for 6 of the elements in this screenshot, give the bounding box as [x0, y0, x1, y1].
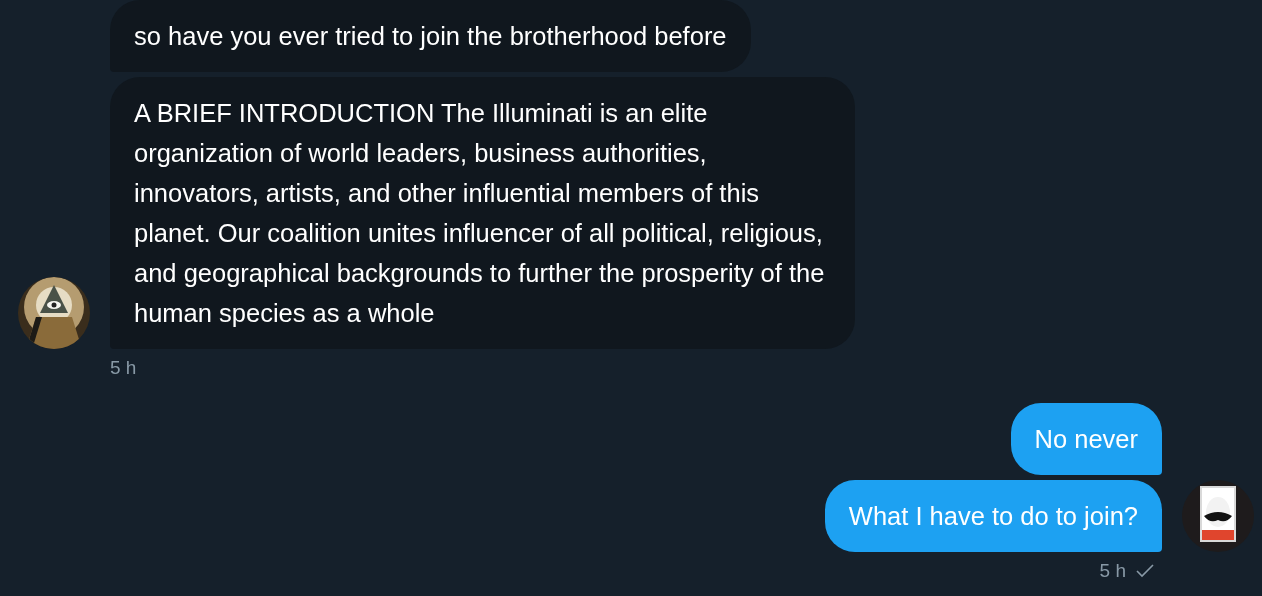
message-bubble: so have you ever tried to join the brotherhood before [110, 0, 751, 72]
message-bubble: What I have to do to join? [824, 480, 1162, 552]
timestamp: 5 h [110, 357, 137, 379]
message-bubble: A BRIEF INTRODUCTION The Illuminati is an elite organization of world leaders, business authorities, innovators, artists, and other influential members of this planet. Our coalition unites influencer of all political, religious, and geographical backgrounds to further the prosperity of the human species as a whole [110, 77, 855, 349]
timestamp: 5 h [1099, 560, 1126, 582]
message-bubble: No never [1010, 403, 1162, 475]
